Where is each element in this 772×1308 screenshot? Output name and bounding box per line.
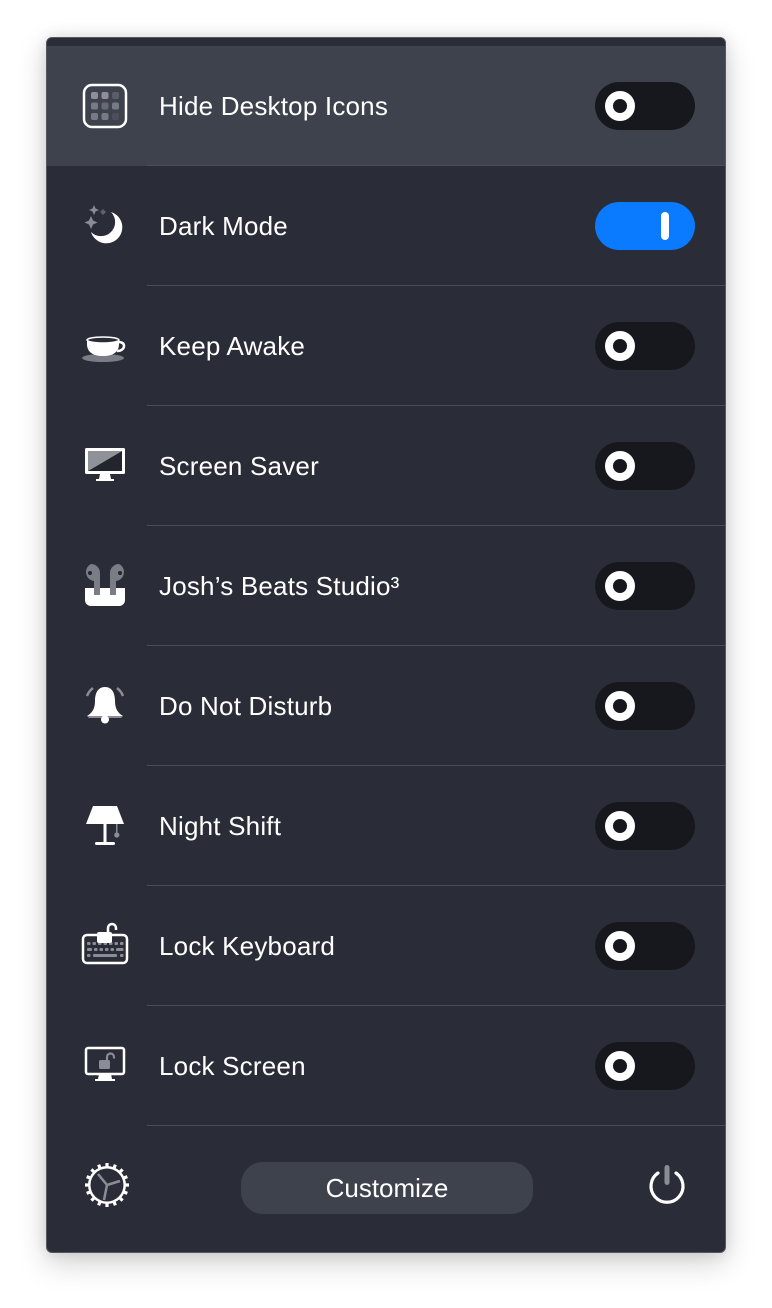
- row-label: Dark Mode: [159, 210, 288, 241]
- row-hide-desktop-icons[interactable]: Hide Desktop Icons: [47, 46, 725, 166]
- row-screen-saver[interactable]: Screen Saver: [47, 406, 725, 526]
- footer-bar: Customize: [47, 1126, 725, 1252]
- row-label: Keep Awake: [159, 330, 306, 361]
- row-lock-screen[interactable]: Lock Screen: [47, 1006, 725, 1126]
- row-label: Screen Saver: [159, 450, 319, 481]
- menu-panel: Hide Desktop Icons Dark Mode Keep Awake …: [46, 37, 726, 1253]
- top-strip: [47, 38, 725, 46]
- row-lock-keyboard[interactable]: Lock Keyboard: [47, 886, 725, 1006]
- power-icon[interactable]: [643, 1161, 691, 1209]
- toggle-lock-screen[interactable]: [595, 1042, 695, 1090]
- toggle-screen-saver[interactable]: [595, 442, 695, 490]
- row-do-not-disturb[interactable]: Do Not Disturb: [47, 646, 725, 766]
- toggle-knob: [661, 212, 669, 240]
- row-night-shift[interactable]: Night Shift: [47, 766, 725, 886]
- toggle-knob: [605, 91, 635, 121]
- gear-icon[interactable]: [83, 1161, 131, 1209]
- lamp-icon: [81, 802, 129, 850]
- toggle-beats-studio[interactable]: [595, 562, 695, 610]
- toggle-knob: [605, 811, 635, 841]
- row-label: Do Not Disturb: [159, 690, 333, 721]
- toggle-list: Hide Desktop Icons Dark Mode Keep Awake …: [47, 46, 725, 1126]
- toggle-lock-keyboard[interactable]: [595, 922, 695, 970]
- toggle-keep-awake[interactable]: [595, 322, 695, 370]
- toggle-hide-desktop-icons[interactable]: [595, 82, 695, 130]
- toggle-knob: [605, 931, 635, 961]
- row-label: Hide Desktop Icons: [159, 90, 389, 121]
- toggle-knob: [605, 331, 635, 361]
- keyboard-lock-icon: [81, 922, 129, 970]
- row-label: Lock Keyboard: [159, 930, 336, 961]
- moon-stars-icon: [81, 202, 129, 250]
- toggle-dark-mode[interactable]: [595, 202, 695, 250]
- bell-icon: [81, 682, 129, 730]
- monitor-icon: [81, 442, 129, 490]
- row-dark-mode[interactable]: Dark Mode: [47, 166, 725, 286]
- toggle-knob: [605, 451, 635, 481]
- row-keep-awake[interactable]: Keep Awake: [47, 286, 725, 406]
- row-label: Night Shift: [159, 810, 282, 841]
- coffee-cup-icon: [81, 322, 129, 370]
- toggle-do-not-disturb[interactable]: [595, 682, 695, 730]
- earbuds-icon: [81, 562, 129, 610]
- row-beats-studio[interactable]: Josh’s Beats Studio³: [47, 526, 725, 646]
- toggle-knob: [605, 1051, 635, 1081]
- toggle-knob: [605, 691, 635, 721]
- screen-lock-icon: [81, 1042, 129, 1090]
- toggle-knob: [605, 571, 635, 601]
- customize-button[interactable]: Customize: [241, 1162, 533, 1214]
- toggle-night-shift[interactable]: [595, 802, 695, 850]
- desktop-icons-grid-icon: [81, 82, 129, 130]
- row-label: Josh’s Beats Studio³: [159, 570, 400, 601]
- row-label: Lock Screen: [159, 1050, 306, 1081]
